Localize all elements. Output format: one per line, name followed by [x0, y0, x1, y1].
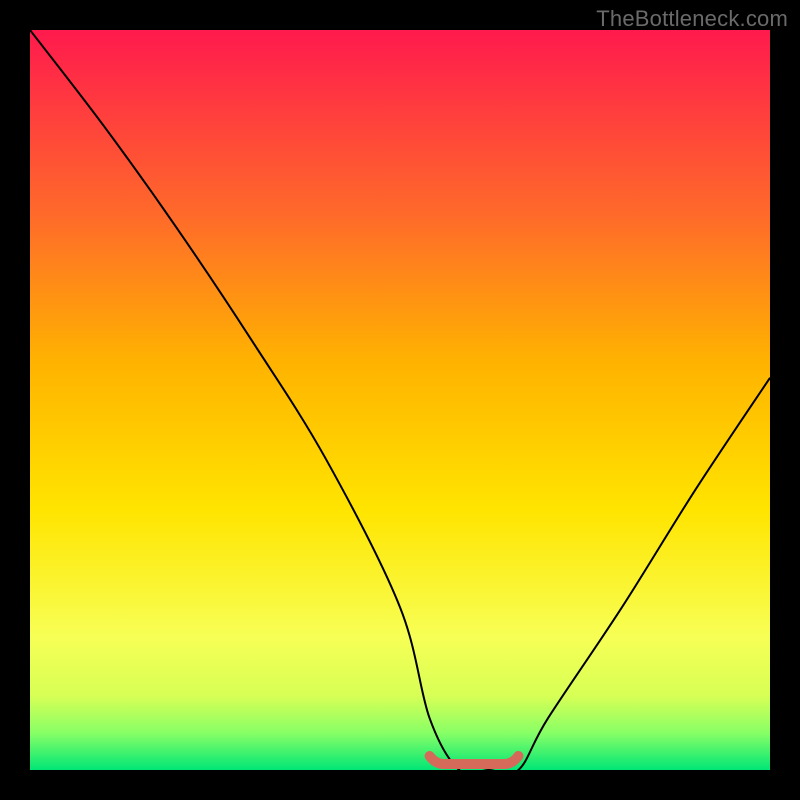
bottleneck-curve-chart	[30, 30, 770, 770]
watermark-label: TheBottleneck.com	[596, 6, 788, 32]
plot-area	[30, 30, 770, 770]
gradient-background	[30, 30, 770, 770]
chart-frame: TheBottleneck.com	[0, 0, 800, 800]
